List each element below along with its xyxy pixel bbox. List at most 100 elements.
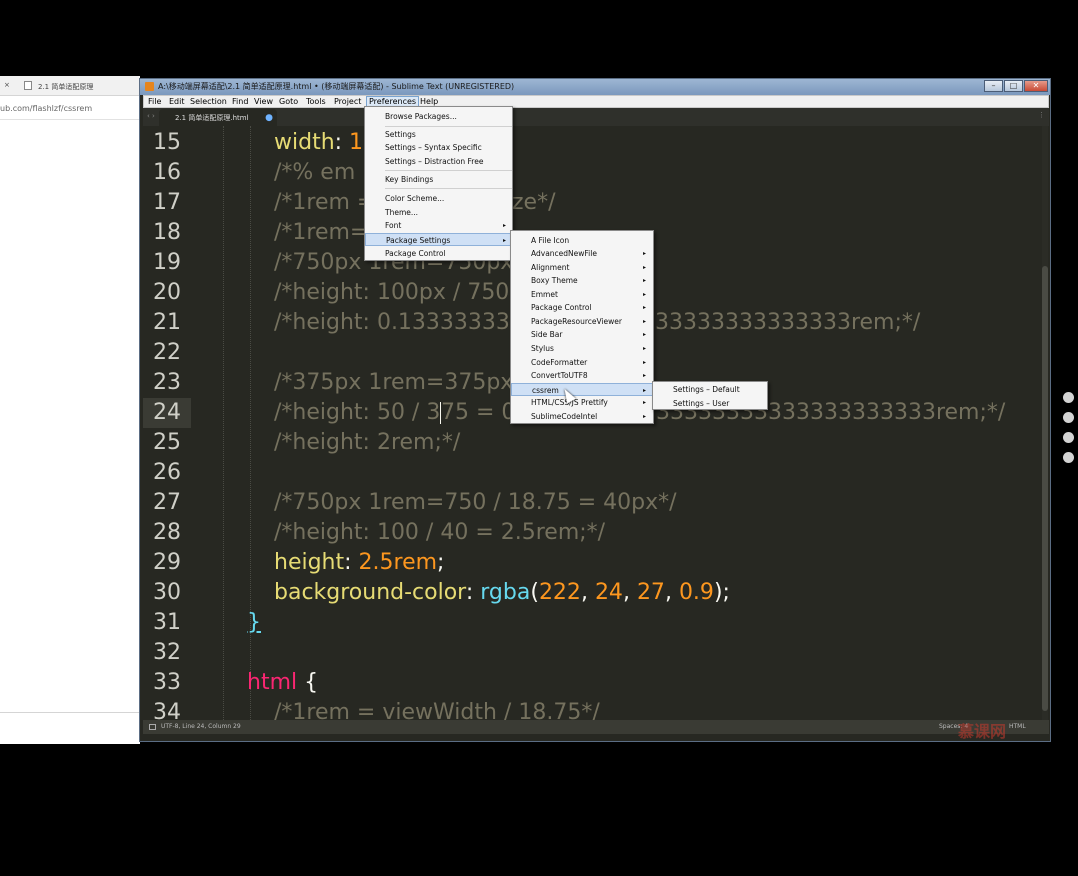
menu-help[interactable]: Help xyxy=(420,97,438,106)
menu-item-settings-default[interactable]: Settings – Default xyxy=(653,383,767,396)
menu-item-stylus[interactable]: Stylus ▸ xyxy=(511,342,653,355)
nav-dot[interactable] xyxy=(1063,432,1074,443)
menu-item-codeformatter[interactable]: CodeFormatter ▸ xyxy=(511,356,653,369)
menu-file[interactable]: File xyxy=(148,97,161,106)
close-tab-icon[interactable]: × xyxy=(4,81,10,89)
menu-selection[interactable]: Selection xyxy=(190,97,227,106)
menu-item-cssrem[interactable]: cssrem ▸ xyxy=(511,383,653,396)
code-line: 26 xyxy=(143,458,1049,488)
code-comment: /*height: 100 / 40 = 2.5rem;*/ xyxy=(274,520,606,545)
code-line: 33 html { xyxy=(143,668,1049,698)
menu-item-converttoutf8[interactable]: ConvertToUTF8 ▸ xyxy=(511,369,653,382)
menu-item-sublimecodeintel[interactable]: SublimeCodeIntel ▸ xyxy=(511,410,653,423)
status-bar: UTF-8, Line 24, Column 29 Spaces: 4 HTML xyxy=(143,720,1049,734)
line-number: 18 xyxy=(153,220,181,245)
menu-item-theme[interactable]: Theme... xyxy=(365,206,512,219)
watermark-logo: 慕课网 xyxy=(958,722,1007,741)
menu-item-settings[interactable]: Settings xyxy=(365,128,512,141)
submenu-arrow-icon: ▸ xyxy=(643,345,647,352)
menu-item-label: AdvancedNewFile xyxy=(531,249,597,258)
line-number: 16 xyxy=(153,160,181,185)
menu-goto[interactable]: Goto xyxy=(279,97,298,106)
menu-item-a-file-icon[interactable]: A File Icon xyxy=(511,234,653,247)
line-number: 27 xyxy=(153,490,181,515)
minimize-button[interactable]: – xyxy=(984,80,1003,92)
vertical-scrollbar[interactable] xyxy=(1042,126,1048,726)
menu-separator xyxy=(385,126,512,127)
menu-find[interactable]: Find xyxy=(232,97,248,106)
page-icon xyxy=(24,81,32,90)
nav-dot[interactable] xyxy=(1063,392,1074,403)
submenu-arrow-icon: ▸ xyxy=(643,318,647,325)
code-comment: /*height: 100px / 750p xyxy=(274,280,524,305)
console-icon[interactable] xyxy=(149,724,156,730)
menu-item-advancednewfile[interactable]: AdvancedNewFile ▸ xyxy=(511,247,653,260)
menu-item-package-control[interactable]: Package Control xyxy=(365,247,512,260)
css-property: height xyxy=(274,550,345,575)
browser-tab[interactable]: × 2.1 简单适配原理 xyxy=(0,76,140,96)
menu-item-packageresourceviewer[interactable]: PackageResourceViewer ▸ xyxy=(511,315,653,328)
menu-item-html-css-js-prettify[interactable]: HTML/CSS/JS Prettify ▸ xyxy=(511,396,653,409)
menu-item-browse-packages[interactable]: Browse Packages... xyxy=(365,110,512,123)
menu-item-side-bar[interactable]: Side Bar ▸ xyxy=(511,328,653,341)
menu-view[interactable]: View xyxy=(254,97,273,106)
tab-menu-icon[interactable]: ⋮ xyxy=(1038,111,1045,119)
code-end: ); xyxy=(713,580,730,605)
unsaved-dot-icon[interactable]: ● xyxy=(265,113,273,123)
close-button[interactable]: ✕ xyxy=(1024,80,1048,92)
menu-item-font[interactable]: Font ▸ xyxy=(365,219,512,232)
menu-item-package-control[interactable]: Package Control ▸ xyxy=(511,301,653,314)
text-cursor xyxy=(440,402,441,424)
submenu-arrow-icon: ▸ xyxy=(643,331,647,338)
submenu-arrow-icon: ▸ xyxy=(643,264,647,271)
nav-dot[interactable] xyxy=(1063,412,1074,423)
submenu-arrow-icon: ▸ xyxy=(643,277,647,284)
code-paren: ( xyxy=(530,580,539,605)
line-number: 30 xyxy=(153,580,181,605)
file-tab[interactable]: 2.1 简单适配原理.html ● xyxy=(159,109,277,126)
menu-item-settings-user[interactable]: Settings – User xyxy=(653,397,767,410)
cursor-position: UTF-8, Line 24, Column 29 xyxy=(161,723,241,730)
menu-item-label: Package Settings xyxy=(386,236,451,245)
scrollbar-thumb[interactable] xyxy=(1042,266,1048,711)
code-colon: : xyxy=(465,580,481,605)
menu-item-settings-distraction-free[interactable]: Settings – Distraction Free xyxy=(365,155,512,168)
tab-nav-arrows-icon[interactable]: ‹ › xyxy=(147,112,155,120)
menu-item-boxy-theme[interactable]: Boxy Theme ▸ xyxy=(511,274,653,287)
css-number: 222 xyxy=(538,580,581,605)
menu-edit[interactable]: Edit xyxy=(169,97,185,106)
css-function: rgba xyxy=(480,580,531,605)
menu-item-settings-syntax-specific[interactable]: Settings – Syntax Specific xyxy=(365,141,512,154)
submenu-arrow-icon: ▸ xyxy=(643,359,647,366)
address-bar[interactable]: ub.com/flashlzf/cssrem xyxy=(0,96,140,120)
menu-item-key-bindings[interactable]: Key Bindings xyxy=(365,173,512,186)
menu-item-label: Alignment xyxy=(531,263,570,272)
line-number: 22 xyxy=(153,340,181,365)
code-comma: , xyxy=(580,580,595,605)
maximize-button[interactable]: □ xyxy=(1004,80,1023,92)
menu-tools[interactable]: Tools xyxy=(306,97,326,106)
browser-tab-label: 2.1 简单适配原理 xyxy=(38,83,94,91)
code-editor[interactable]: 15 width: 10 16 /*% em 17 /*1rem = ze*/ … xyxy=(143,126,1049,726)
menu-item-color-scheme[interactable]: Color Scheme... xyxy=(365,192,512,205)
css-number: 27 xyxy=(636,580,665,605)
menu-item-alignment[interactable]: Alignment ▸ xyxy=(511,261,653,274)
line-number: 26 xyxy=(153,460,181,485)
title-bar[interactable]: A:\移动端屏幕适配\2.1 简单适配原理.html • (移动端屏幕适配) -… xyxy=(140,79,1050,95)
css-property: background-color xyxy=(274,580,466,605)
nav-dot[interactable] xyxy=(1063,452,1074,463)
code-line: 29 height: 2.5rem; xyxy=(143,548,1049,578)
menu-item-package-settings[interactable]: Package Settings ▸ xyxy=(365,233,512,246)
submenu-arrow-icon: ▸ xyxy=(643,399,647,406)
syntax-setting[interactable]: HTML xyxy=(1009,723,1026,730)
code-line: 25 /*height: 2rem;*/ xyxy=(143,428,1049,458)
browser-footer xyxy=(0,712,140,744)
line-number: 21 xyxy=(153,310,181,335)
code-comma: , xyxy=(622,580,637,605)
menu-item-emmet[interactable]: Emmet ▸ xyxy=(511,288,653,301)
menu-item-label: Side Bar xyxy=(531,330,563,339)
line-number: 31 xyxy=(153,610,181,635)
menu-item-label: Emmet xyxy=(531,290,558,299)
menu-project[interactable]: Project xyxy=(334,97,361,106)
line-number: 20 xyxy=(153,280,181,305)
